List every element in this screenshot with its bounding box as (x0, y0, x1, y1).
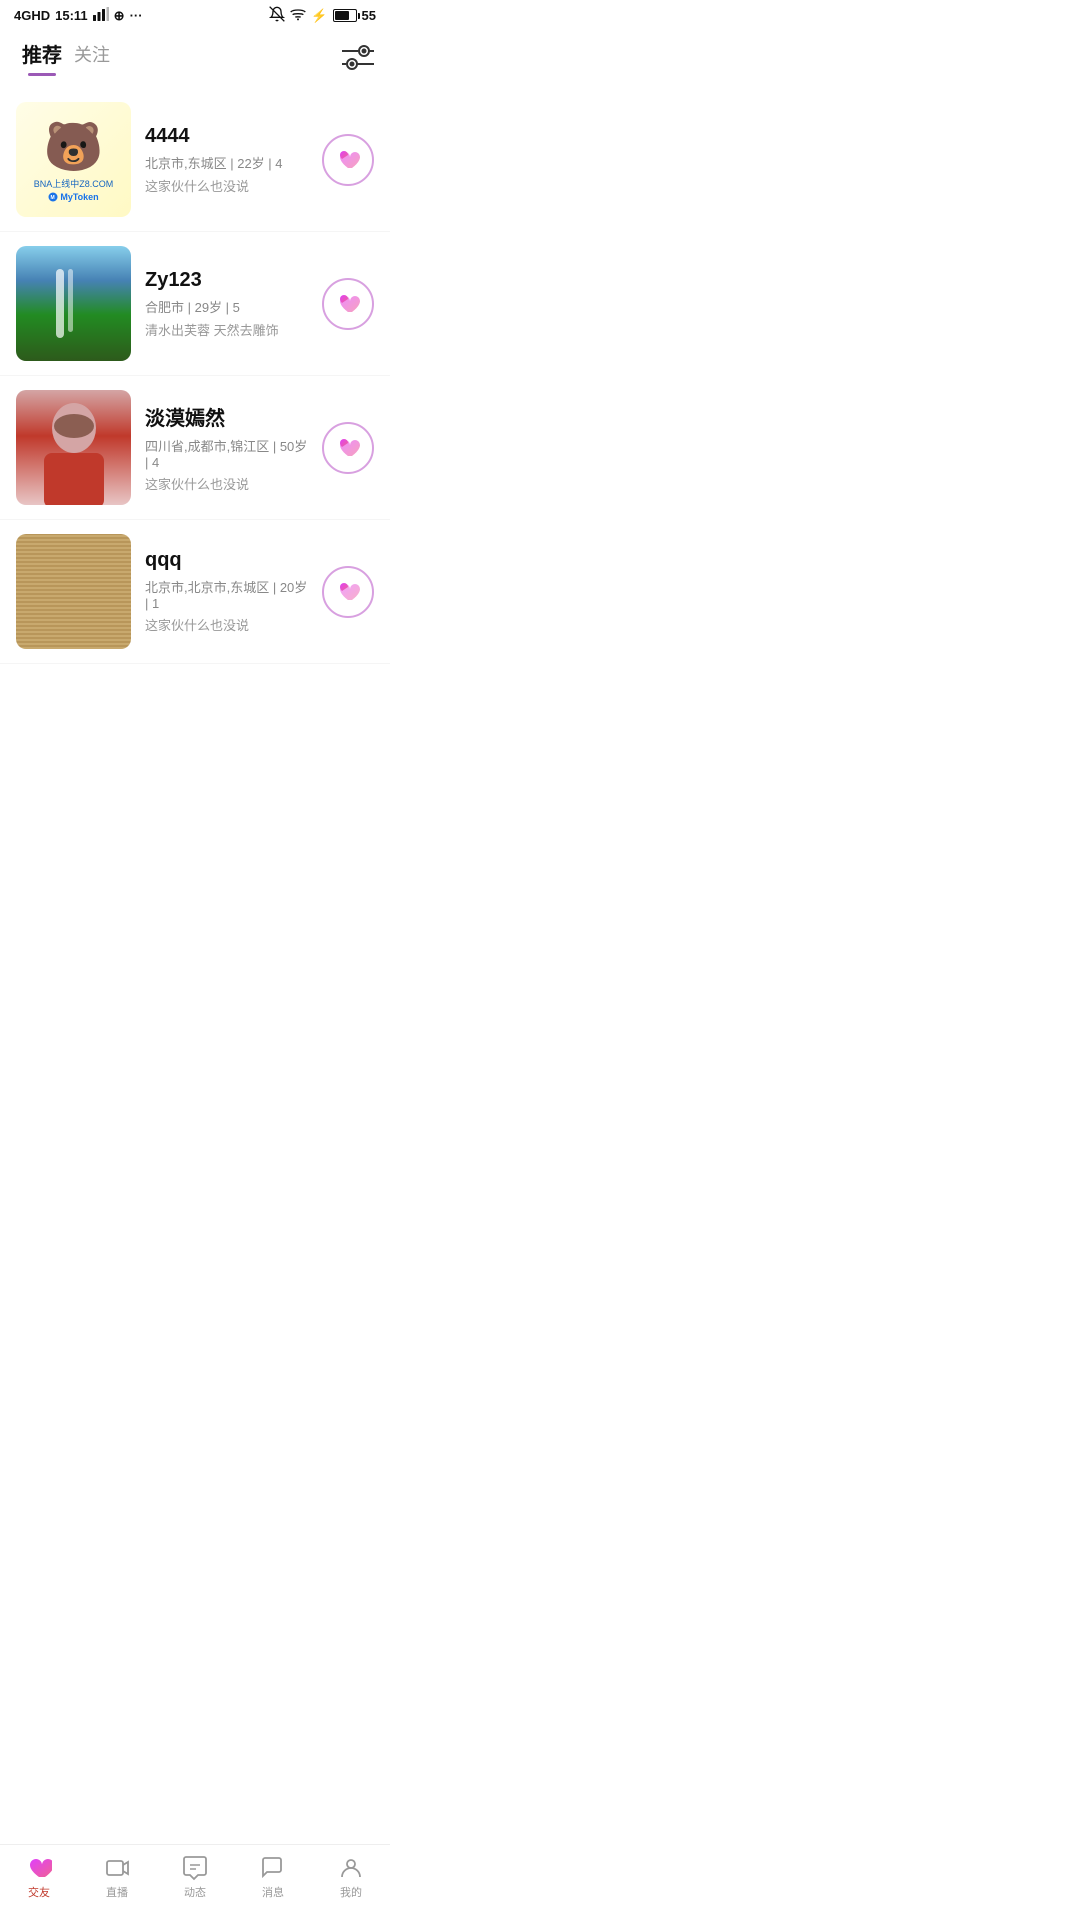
nav-message[interactable]: 消息 (243, 1855, 303, 1900)
nav-friends[interactable]: 交友 (9, 1855, 69, 1900)
battery-icon (333, 9, 357, 22)
user-info: qqq 北京市,北京市,东城区 | 20岁 | 1 这家伙什么也没说 (145, 549, 308, 634)
nav-mine[interactable]: 我的 (321, 1855, 381, 1900)
status-bar: 4GHD 15:11 ⊕ ··· (0, 0, 390, 29)
more-icon: ··· (130, 8, 143, 23)
user-meta: 北京市,东城区 | 22岁 | 4 (145, 153, 308, 172)
status-right: ⚡ 55 (269, 6, 376, 25)
tab-follow[interactable]: 关注 (68, 41, 116, 75)
time-label: 15:11 (55, 8, 88, 23)
avatar[interactable] (16, 534, 131, 649)
nav-mine-label: 我的 (340, 1884, 362, 1900)
token-badge: M MyToken (48, 192, 98, 202)
charging-icon: ⚡ (311, 8, 327, 24)
avatar[interactable]: 🐻 BNA上线中Z8.COM M MyToken (16, 102, 131, 217)
battery-label: 55 (362, 8, 376, 23)
status-left: 4GHD 15:11 ⊕ ··· (14, 7, 143, 24)
user-info: 4444 北京市,东城区 | 22岁 | 4 这家伙什么也没说 (145, 125, 308, 195)
user-info: Zy123 合肥市 | 29岁 | 5 清水出芙蓉 天然去雕饰 (145, 269, 308, 339)
nav-message-label: 消息 (262, 1884, 284, 1900)
avatar[interactable] (16, 246, 131, 361)
list-item: qqq 北京市,北京市,东城区 | 20岁 | 1 这家伙什么也没说 (0, 520, 390, 664)
like-button[interactable] (322, 422, 374, 474)
header: 推荐 关注 (0, 29, 390, 76)
network-label: 4GHD (14, 8, 50, 23)
user-meta: 合肥市 | 29岁 | 5 (145, 297, 308, 316)
user-bio: 这家伙什么也没说 (145, 474, 308, 493)
avatar[interactable] (16, 390, 131, 505)
bell-muted-icon (269, 6, 285, 25)
signal-icon (93, 7, 109, 24)
list-item: Zy123 合肥市 | 29岁 | 5 清水出芙蓉 天然去雕饰 (0, 232, 390, 376)
bottom-nav: 交友 直播 动态 消息 我的 (0, 1844, 390, 1920)
list-item: 🐻 BNA上线中Z8.COM M MyToken 4444 北京市,东城区 | … (0, 88, 390, 232)
like-button[interactable] (322, 566, 374, 618)
nav-moments-label: 动态 (184, 1884, 206, 1900)
user-name: 4444 (145, 125, 308, 148)
user-meta: 北京市,北京市,东城区 | 20岁 | 1 (145, 577, 308, 611)
nav-friends-label: 交友 (28, 1884, 50, 1900)
wifi-icon (290, 7, 306, 24)
nav-moments[interactable]: 动态 (165, 1855, 225, 1900)
user-name: qqq (145, 549, 308, 572)
filter-button[interactable] (342, 44, 374, 72)
like-button[interactable] (322, 134, 374, 186)
user-bio: 清水出芙蓉 天然去雕饰 (145, 320, 308, 339)
user-bio: 这家伙什么也没说 (145, 176, 308, 195)
user-name: 淡漠嫣然 (145, 402, 308, 431)
user-list: 🐻 BNA上线中Z8.COM M MyToken 4444 北京市,东城区 | … (0, 76, 390, 744)
svg-text:M: M (51, 195, 55, 201)
tab-recommend[interactable]: 推荐 (16, 39, 68, 76)
nav-live-label: 直播 (106, 1884, 128, 1900)
user-bio: 这家伙什么也没说 (145, 615, 308, 634)
nav-live[interactable]: 直播 (87, 1855, 147, 1900)
usb-icon: ⊕ (114, 8, 125, 24)
user-info: 淡漠嫣然 四川省,成都市,锦江区 | 50岁 | 4 这家伙什么也没说 (145, 402, 308, 493)
list-item: 淡漠嫣然 四川省,成都市,锦江区 | 50岁 | 4 这家伙什么也没说 (0, 376, 390, 520)
user-name: Zy123 (145, 269, 308, 292)
like-button[interactable] (322, 278, 374, 330)
user-meta: 四川省,成都市,锦江区 | 50岁 | 4 (145, 436, 308, 470)
